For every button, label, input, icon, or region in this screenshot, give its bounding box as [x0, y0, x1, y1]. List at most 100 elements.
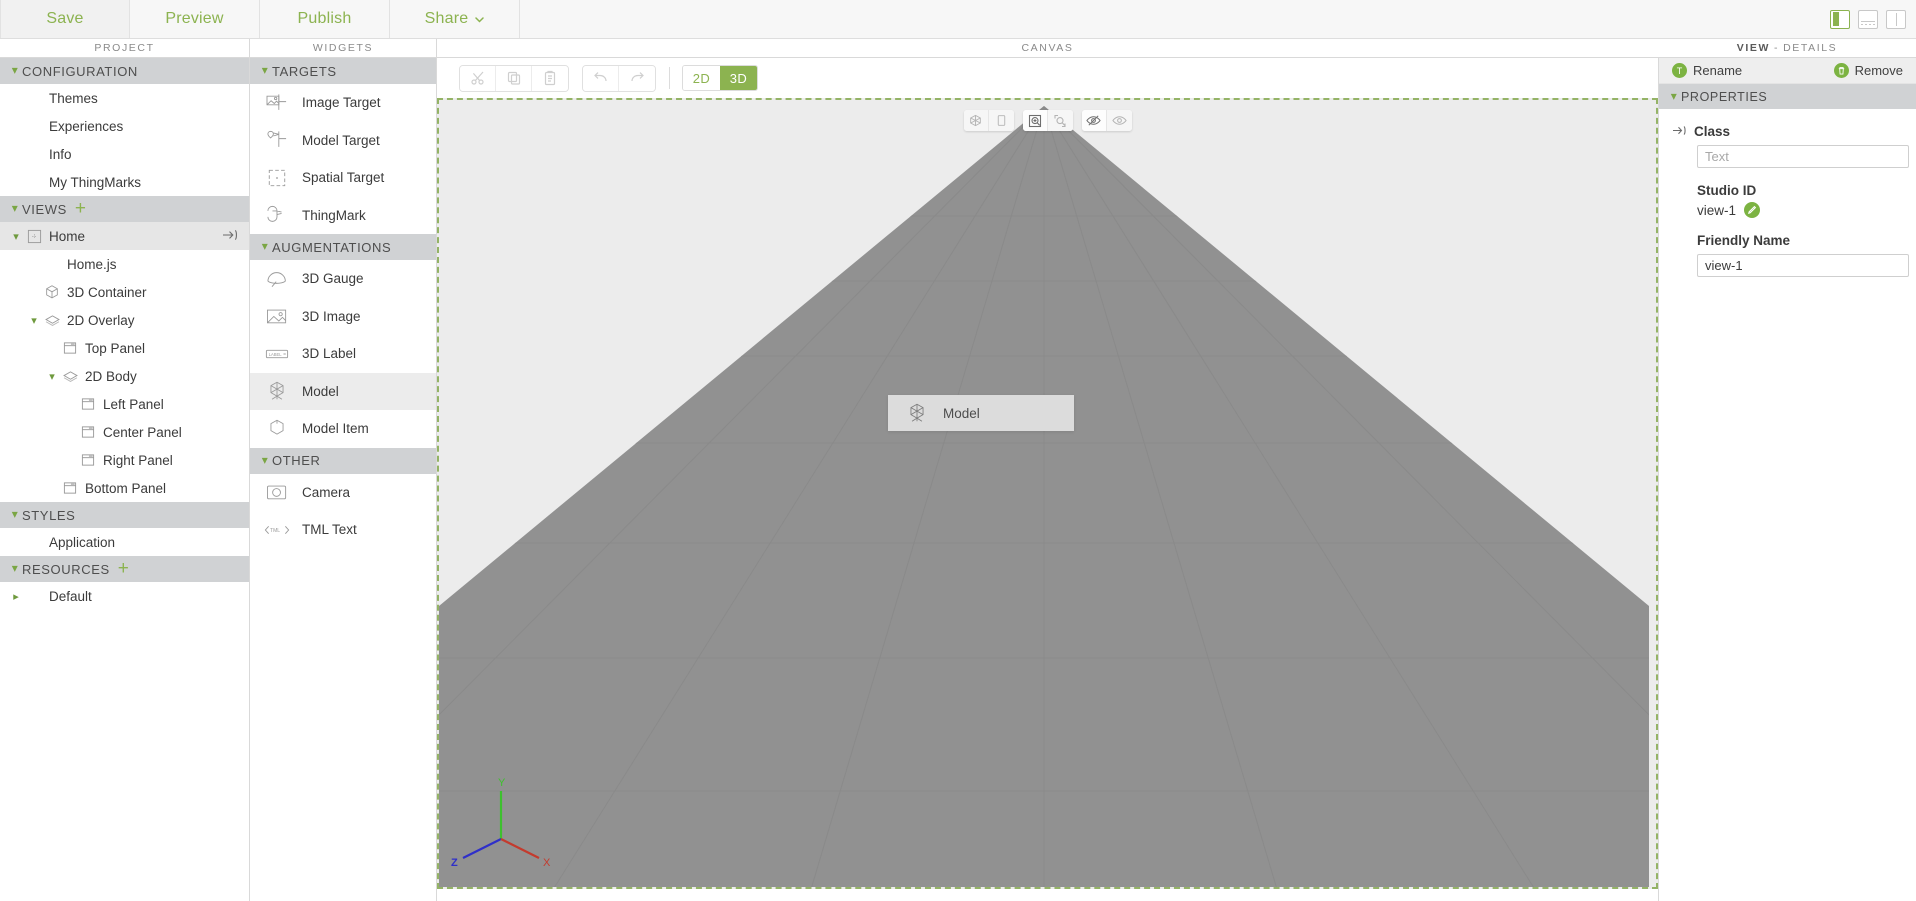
tree-item-themes[interactable]: Themes — [0, 84, 249, 112]
tree-item-info[interactable]: Info — [0, 140, 249, 168]
widget-label: TML Text — [302, 522, 357, 538]
zoom-fit-button[interactable] — [1047, 110, 1073, 131]
cut-button[interactable] — [460, 65, 496, 91]
hide-annotations-button[interactable] — [1081, 110, 1107, 131]
remove-button[interactable]: Remove — [1833, 63, 1903, 78]
tree-item-bottom-panel[interactable]: Bottom Panel — [0, 474, 249, 502]
paste-button[interactable] — [532, 65, 568, 91]
layout-left-panel-toggle[interactable] — [1830, 9, 1850, 29]
tree-item-2d-overlay[interactable]: ▾ 2D Overlay — [0, 306, 249, 334]
redo-button[interactable] — [619, 65, 655, 91]
image-target-icon — [264, 92, 290, 114]
tree-item-label: Bottom Panel — [85, 480, 167, 496]
preview-button-label: Preview — [165, 10, 224, 27]
model-icon — [264, 380, 290, 402]
publish-button[interactable]: Publish — [260, 0, 390, 38]
chevron-right-icon[interactable]: ▸ — [8, 590, 24, 603]
widget-group-other[interactable]: ▾ OTHER — [250, 447, 436, 474]
copy-button[interactable] — [496, 65, 532, 91]
widgets-column-header: WIDGETS — [250, 39, 437, 57]
share-menu[interactable]: Share — [390, 0, 520, 38]
widget-model-item[interactable]: Model Item — [250, 410, 436, 448]
chevron-down-icon: ▾ — [261, 239, 269, 253]
properties-section-header[interactable]: ▾ PROPERTIES — [1659, 84, 1916, 109]
add-resources-icon[interactable]: + — [118, 559, 130, 578]
tml-icon: TML — [264, 519, 290, 541]
layout-bottom-panel-toggle[interactable] — [1858, 9, 1878, 29]
edit-pencil-icon[interactable] — [1744, 202, 1761, 218]
tree-item-3d-container[interactable]: 3D Container — [0, 278, 249, 306]
show-annotations-button[interactable] — [1106, 110, 1132, 131]
tree-item-2d-body[interactable]: ▾ 2D Body — [0, 362, 249, 390]
axis-gizmo: Y Z X — [449, 773, 559, 873]
tree-item-experiences[interactable]: Experiences — [0, 112, 249, 140]
tree-item-left-panel[interactable]: Left Panel — [0, 390, 249, 418]
studio-id-label: Studio ID — [1697, 183, 1757, 198]
undo-button[interactable] — [583, 65, 619, 91]
widget-thingmark[interactable]: ThingMark — [250, 197, 436, 235]
tree-item-label: 2D Body — [85, 368, 137, 384]
widget-model-target[interactable]: Model Target — [250, 122, 436, 160]
widget-3d-gauge[interactable]: 3D Gauge — [250, 260, 436, 298]
view-3d-button[interactable]: 3D — [720, 66, 757, 90]
tree-item-my-thingmarks[interactable]: My ThingMarks — [0, 168, 249, 196]
add-views-icon[interactable]: + — [75, 199, 87, 218]
tree-item-default[interactable]: ▸ Default — [0, 582, 249, 610]
flat-view-button[interactable] — [988, 110, 1014, 131]
widget-spatial-target[interactable]: Spatial Target — [250, 159, 436, 197]
svg-text:TML: TML — [270, 528, 280, 534]
widget-model[interactable]: Model — [250, 372, 436, 410]
tree-item-center-panel[interactable]: Center Panel — [0, 418, 249, 446]
preview-button[interactable]: Preview — [130, 0, 260, 38]
tree-item-top-panel[interactable]: Top Panel — [0, 334, 249, 362]
chevron-down-icon[interactable]: ▾ — [8, 230, 24, 243]
tree-section-resources[interactable]: ▾ RESOURCES + — [0, 556, 249, 582]
widget-group-augmentations[interactable]: ▾ AUGMENTATIONS — [250, 234, 436, 260]
tree-section-configuration[interactable]: ▾ CONFIGURATION — [0, 58, 249, 84]
widget-3d-label[interactable]: LABEL 3D Label — [250, 335, 436, 373]
tree-section-views[interactable]: ▾ VIEWS + — [0, 196, 249, 222]
tree-item-right-panel[interactable]: Right Panel — [0, 446, 249, 474]
widget-image-target[interactable]: Image Target — [250, 84, 436, 122]
widget-label: Model — [302, 383, 339, 399]
zoom-in-button[interactable] — [1022, 110, 1048, 131]
widget-group-targets[interactable]: ▾ TARGETS — [250, 58, 436, 84]
chevron-down-icon[interactable]: ▾ — [26, 314, 42, 327]
canvas-viewport[interactable]: Model Y Z X — [437, 98, 1658, 889]
tree-item-label: Info — [49, 146, 72, 162]
picture-icon — [264, 305, 290, 327]
tree-item-application[interactable]: Application — [0, 528, 249, 556]
save-button[interactable]: Save — [0, 0, 130, 38]
details-header-prefix: VIEW — [1736, 42, 1770, 54]
chevron-down-icon — [475, 15, 485, 26]
tree-item-home-js[interactable]: Home.js — [0, 250, 249, 278]
tree-item-label: Left Panel — [103, 396, 164, 412]
details-header-sep: - — [1773, 42, 1780, 54]
chevron-down-icon[interactable]: ▾ — [44, 370, 60, 383]
widget-camera[interactable]: Camera — [250, 474, 436, 512]
widget-label: Image Target — [302, 95, 381, 111]
tree-item-label: My ThingMarks — [49, 174, 142, 190]
open-view-arrow-icon[interactable] — [222, 229, 241, 243]
label-icon: LABEL — [264, 343, 290, 365]
perspective-view-button[interactable] — [963, 110, 989, 131]
tree-item-home[interactable]: ▾ Home — [0, 222, 249, 250]
friendly-name-input[interactable] — [1697, 254, 1909, 277]
widget-tml-text[interactable]: TML TML Text — [250, 511, 436, 549]
view-2d-button[interactable]: 2D — [683, 66, 720, 90]
class-input[interactable] — [1697, 145, 1909, 168]
tree-icon-spacer — [42, 256, 62, 272]
layout-right-panel-toggle[interactable] — [1886, 9, 1906, 29]
ground-grid — [439, 106, 1656, 887]
tree-section-styles[interactable]: ▾ STYLES — [0, 502, 249, 528]
tree-icon-spacer — [24, 588, 44, 604]
rename-button[interactable]: T Rename — [1672, 63, 1742, 78]
view-icon — [24, 228, 44, 244]
axis-label-y: Y — [498, 777, 506, 789]
svg-text:LABEL: LABEL — [269, 352, 283, 357]
drag-preview-model[interactable]: Model — [888, 395, 1074, 431]
widget-3d-image[interactable]: 3D Image — [250, 298, 436, 336]
